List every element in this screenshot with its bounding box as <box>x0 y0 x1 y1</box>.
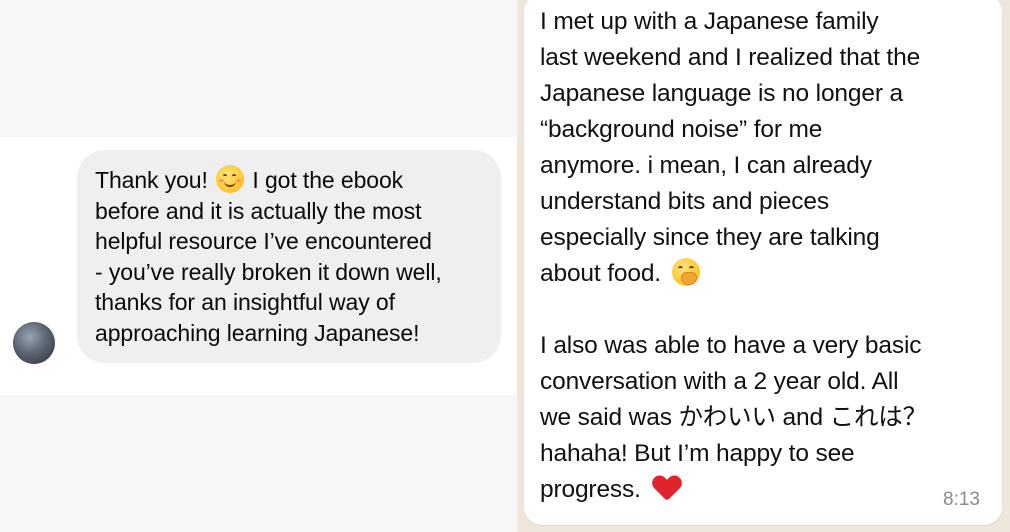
separator-band-top <box>0 0 517 137</box>
red-heart-emoji-icon <box>653 476 681 502</box>
sender-avatar[interactable] <box>13 322 55 364</box>
hand-over-mouth-emoji-icon <box>671 258 700 286</box>
separator-band-bottom <box>0 395 517 532</box>
instagram-dm-panel: Thank you! I got the ebook before and it… <box>0 0 517 532</box>
message-paragraph-2: I also was able to have a very basic con… <box>540 332 927 503</box>
smiling-face-emoji-icon <box>216 165 245 193</box>
chat-message-text: I met up with a Japanese family last wee… <box>540 4 992 508</box>
chat-message-bubble[interactable]: I met up with a Japanese family last wee… <box>524 0 1002 525</box>
message-text-start: Thank you! <box>95 167 208 193</box>
message-paragraph-1: I met up with a Japanese family last wee… <box>540 8 921 287</box>
received-message-text: Thank you! I got the ebook before and it… <box>95 165 483 348</box>
message-timestamp: 8:13 <box>943 489 980 510</box>
whatsapp-chat-panel: I met up with a Japanese family last wee… <box>517 0 1010 532</box>
received-message-bubble[interactable]: Thank you! I got the ebook before and it… <box>77 150 501 363</box>
message-text-rest: I got the ebook before and it is actuall… <box>95 167 442 346</box>
